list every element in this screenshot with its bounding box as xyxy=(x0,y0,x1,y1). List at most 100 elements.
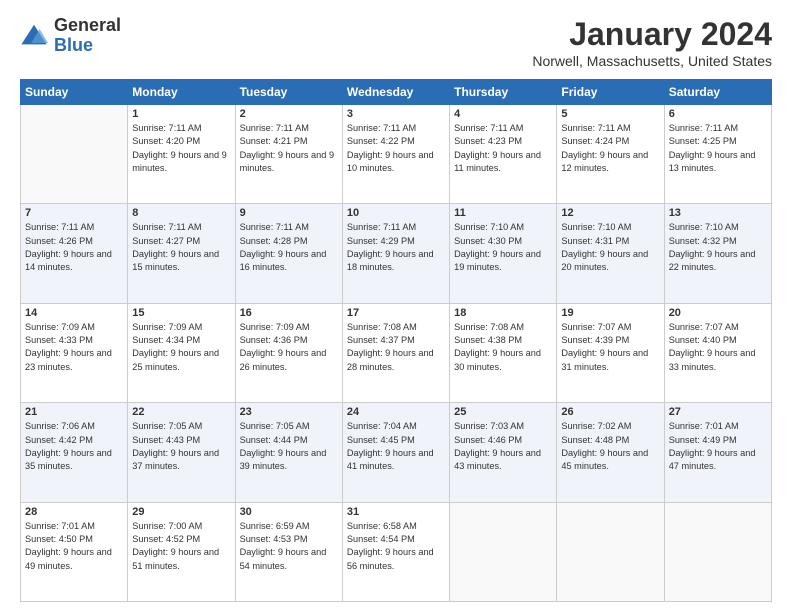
day-info: Sunrise: 7:05 AMSunset: 4:44 PMDaylight:… xyxy=(240,420,338,473)
calendar-week-row: 21 Sunrise: 7:06 AMSunset: 4:42 PMDayligh… xyxy=(21,403,772,502)
day-info: Sunrise: 7:10 AMSunset: 4:30 PMDaylight:… xyxy=(454,221,552,274)
day-number: 18 xyxy=(454,307,552,319)
day-info: Sunrise: 7:06 AMSunset: 4:42 PMDaylight:… xyxy=(25,420,123,473)
day-info: Sunrise: 7:07 AMSunset: 4:39 PMDaylight:… xyxy=(561,321,659,374)
day-info: Sunrise: 7:11 AMSunset: 4:25 PMDaylight:… xyxy=(669,122,767,175)
table-row: 26Sunrise: 7:02 AMSunset: 4:48 PMDayligh… xyxy=(557,403,664,502)
day-info: Sunrise: 7:01 AMSunset: 4:49 PMDaylight:… xyxy=(669,420,767,473)
day-number: 5 xyxy=(561,108,659,120)
table-row: 4 Sunrise: 7:11 AMSunset: 4:23 PMDaylight… xyxy=(450,105,557,204)
day-number: 10 xyxy=(347,207,445,219)
day-number: 4 xyxy=(454,108,552,120)
table-row: 6 Sunrise: 7:11 AMSunset: 4:25 PMDaylight… xyxy=(664,105,771,204)
day-number: 23 xyxy=(240,406,338,418)
day-info: Sunrise: 7:09 AMSunset: 4:36 PMDaylight:… xyxy=(240,321,338,374)
table-row: 31 Sunrise: 6:58 AMSunset: 4:54 PMDayligh… xyxy=(342,502,449,601)
day-info: Sunrise: 7:09 AMSunset: 4:33 PMDaylight:… xyxy=(25,321,123,374)
calendar-week-row: 14 Sunrise: 7:09 AMSunset: 4:33 PMDayligh… xyxy=(21,303,772,402)
col-sunday: Sunday xyxy=(21,80,128,105)
day-number: 14 xyxy=(25,307,123,319)
day-number: 7 xyxy=(25,207,123,219)
day-number: 13 xyxy=(669,207,767,219)
table-row: 10Sunrise: 7:11 AMSunset: 4:29 PMDayligh… xyxy=(342,204,449,303)
col-thursday: Thursday xyxy=(450,80,557,105)
table-row xyxy=(450,502,557,601)
table-row xyxy=(664,502,771,601)
logo-text: General Blue xyxy=(54,16,121,56)
day-number: 19 xyxy=(561,307,659,319)
month-year: January 2024 xyxy=(532,16,772,53)
day-number: 28 xyxy=(25,506,123,518)
table-row: 28Sunrise: 7:01 AMSunset: 4:50 PMDayligh… xyxy=(21,502,128,601)
table-row: 30 Sunrise: 6:59 AMSunset: 4:53 PMDayligh… xyxy=(235,502,342,601)
table-row: 27 Sunrise: 7:01 AMSunset: 4:49 PMDayligh… xyxy=(664,403,771,502)
table-row: 2 Sunrise: 7:11 AMSunset: 4:21 PMDaylight… xyxy=(235,105,342,204)
table-row: 19 Sunrise: 7:07 AMSunset: 4:39 PMDayligh… xyxy=(557,303,664,402)
header: General Blue January 2024 Norwell, Massa… xyxy=(20,16,772,69)
day-info: Sunrise: 7:07 AMSunset: 4:40 PMDaylight:… xyxy=(669,321,767,374)
table-row: 11 Sunrise: 7:10 AMSunset: 4:30 PMDayligh… xyxy=(450,204,557,303)
table-row: 22 Sunrise: 7:05 AMSunset: 4:43 PMDayligh… xyxy=(128,403,235,502)
table-row: 1 Sunrise: 7:11 AMSunset: 4:20 PMDaylight… xyxy=(128,105,235,204)
day-number: 9 xyxy=(240,207,338,219)
calendar-week-row: 1 Sunrise: 7:11 AMSunset: 4:20 PMDaylight… xyxy=(21,105,772,204)
day-info: Sunrise: 7:03 AMSunset: 4:46 PMDaylight:… xyxy=(454,420,552,473)
day-info: Sunrise: 7:11 AMSunset: 4:22 PMDaylight:… xyxy=(347,122,445,175)
day-number: 2 xyxy=(240,108,338,120)
day-info: Sunrise: 6:59 AMSunset: 4:53 PMDaylight:… xyxy=(240,520,338,573)
day-info: Sunrise: 7:11 AMSunset: 4:21 PMDaylight:… xyxy=(240,122,338,175)
day-info: Sunrise: 6:58 AMSunset: 4:54 PMDaylight:… xyxy=(347,520,445,573)
calendar-header-row: Sunday Monday Tuesday Wednesday Thursday… xyxy=(21,80,772,105)
logo: General Blue xyxy=(20,16,121,56)
calendar-week-row: 7 Sunrise: 7:11 AMSunset: 4:26 PMDaylight… xyxy=(21,204,772,303)
day-number: 12 xyxy=(561,207,659,219)
table-row: 24 Sunrise: 7:04 AMSunset: 4:45 PMDayligh… xyxy=(342,403,449,502)
table-row: 25 Sunrise: 7:03 AMSunset: 4:46 PMDayligh… xyxy=(450,403,557,502)
day-info: Sunrise: 7:02 AMSunset: 4:48 PMDaylight:… xyxy=(561,420,659,473)
day-info: Sunrise: 7:05 AMSunset: 4:43 PMDaylight:… xyxy=(132,420,230,473)
day-number: 11 xyxy=(454,207,552,219)
day-info: Sunrise: 7:11 AMSunset: 4:20 PMDaylight:… xyxy=(132,122,230,175)
day-number: 15 xyxy=(132,307,230,319)
day-info: Sunrise: 7:10 AMSunset: 4:32 PMDaylight:… xyxy=(669,221,767,274)
day-number: 31 xyxy=(347,506,445,518)
day-number: 3 xyxy=(347,108,445,120)
table-row: 9 Sunrise: 7:11 AMSunset: 4:28 PMDaylight… xyxy=(235,204,342,303)
logo-icon xyxy=(20,22,48,50)
day-number: 22 xyxy=(132,406,230,418)
day-number: 30 xyxy=(240,506,338,518)
day-info: Sunrise: 7:11 AMSunset: 4:26 PMDaylight:… xyxy=(25,221,123,274)
table-row: 13 Sunrise: 7:10 AMSunset: 4:32 PMDayligh… xyxy=(664,204,771,303)
col-wednesday: Wednesday xyxy=(342,80,449,105)
day-info: Sunrise: 7:11 AMSunset: 4:28 PMDaylight:… xyxy=(240,221,338,274)
day-info: Sunrise: 7:11 AMSunset: 4:27 PMDaylight:… xyxy=(132,221,230,274)
day-number: 16 xyxy=(240,307,338,319)
table-row: 12Sunrise: 7:10 AMSunset: 4:31 PMDayligh… xyxy=(557,204,664,303)
day-number: 17 xyxy=(347,307,445,319)
table-row: 8 Sunrise: 7:11 AMSunset: 4:27 PMDaylight… xyxy=(128,204,235,303)
day-info: Sunrise: 7:00 AMSunset: 4:52 PMDaylight:… xyxy=(132,520,230,573)
table-row: 17Sunrise: 7:08 AMSunset: 4:37 PMDayligh… xyxy=(342,303,449,402)
day-number: 1 xyxy=(132,108,230,120)
day-number: 8 xyxy=(132,207,230,219)
col-friday: Friday xyxy=(557,80,664,105)
table-row: 14 Sunrise: 7:09 AMSunset: 4:33 PMDayligh… xyxy=(21,303,128,402)
col-monday: Monday xyxy=(128,80,235,105)
day-info: Sunrise: 7:04 AMSunset: 4:45 PMDaylight:… xyxy=(347,420,445,473)
logo-blue: Blue xyxy=(54,36,121,56)
table-row: 16 Sunrise: 7:09 AMSunset: 4:36 PMDayligh… xyxy=(235,303,342,402)
day-number: 25 xyxy=(454,406,552,418)
day-info: Sunrise: 7:11 AMSunset: 4:23 PMDaylight:… xyxy=(454,122,552,175)
day-number: 27 xyxy=(669,406,767,418)
day-info: Sunrise: 7:11 AMSunset: 4:24 PMDaylight:… xyxy=(561,122,659,175)
col-saturday: Saturday xyxy=(664,80,771,105)
table-row: 18Sunrise: 7:08 AMSunset: 4:38 PMDayligh… xyxy=(450,303,557,402)
table-row: 15Sunrise: 7:09 AMSunset: 4:34 PMDayligh… xyxy=(128,303,235,402)
day-number: 24 xyxy=(347,406,445,418)
day-number: 21 xyxy=(25,406,123,418)
day-number: 6 xyxy=(669,108,767,120)
day-number: 29 xyxy=(132,506,230,518)
table-row: 3 Sunrise: 7:11 AMSunset: 4:22 PMDaylight… xyxy=(342,105,449,204)
table-row: 20Sunrise: 7:07 AMSunset: 4:40 PMDayligh… xyxy=(664,303,771,402)
table-row: 5 Sunrise: 7:11 AMSunset: 4:24 PMDaylight… xyxy=(557,105,664,204)
